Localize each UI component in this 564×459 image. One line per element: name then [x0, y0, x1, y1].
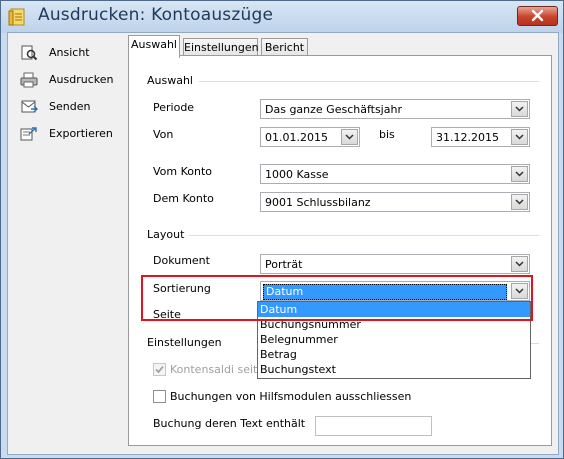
close-icon [531, 9, 544, 22]
vom-konto-dropdown-button[interactable] [511, 166, 528, 182]
close-button[interactable] [517, 6, 558, 26]
highlight-annotation [141, 275, 533, 321]
buchung-text-input[interactable] [315, 416, 432, 436]
bis-date-field[interactable]: 31.12.2015 [431, 127, 530, 147]
chevron-down-icon [515, 134, 524, 140]
periode-value: Das ganze Geschäftsjahr [265, 103, 402, 116]
sidebar-item-ansicht[interactable]: Ansicht [20, 44, 90, 62]
dem-konto-select[interactable]: 9001 Schlussbilanz [260, 192, 530, 212]
vom-konto-value: 1000 Kasse [265, 168, 329, 181]
hilfsmodule-checkbox[interactable] [153, 390, 166, 403]
bis-dropdown-button[interactable] [511, 129, 528, 145]
preview-icon [21, 45, 38, 61]
dem-konto-dropdown-button[interactable] [511, 194, 528, 210]
von-label: Von [153, 128, 174, 141]
buchung-text-label: Buchung deren Text enthält [153, 417, 306, 430]
sidebar-item-ausdrucken[interactable]: Ausdrucken [20, 71, 113, 89]
send-icon [21, 100, 38, 113]
dokument-label: Dokument [153, 254, 210, 267]
tab-label: Bericht [264, 41, 305, 54]
printer-icon [20, 72, 38, 88]
dokument-dropdown-button[interactable] [511, 256, 528, 272]
tab-label: Einstellungen [184, 41, 259, 54]
hilfsmodule-label: Buchungen von Hilfsmodulen ausschliessen [170, 390, 412, 403]
sidebar-item-label: Exportieren [49, 127, 113, 140]
group-divider [199, 81, 539, 82]
tab-auswahl[interactable]: Auswahl [128, 35, 180, 58]
von-dropdown-button[interactable] [341, 129, 358, 145]
chevron-down-icon [345, 134, 354, 140]
periode-select[interactable]: Das ganze Geschäftsjahr [260, 99, 530, 119]
tab-label: Auswahl [131, 38, 177, 51]
group-title-layout: Layout [147, 228, 185, 241]
von-value: 01.01.2015 [265, 131, 328, 144]
chevron-down-icon [515, 106, 524, 112]
dokument-value: Porträt [265, 258, 303, 271]
checkmark-icon [155, 365, 164, 374]
window-title: Ausdrucken: Kontoauszüge [38, 5, 274, 25]
group-divider [189, 235, 539, 236]
bis-value: 31.12.2015 [436, 131, 499, 144]
vom-konto-label: Vom Konto [153, 165, 213, 178]
periode-dropdown-button[interactable] [511, 101, 528, 117]
dropdown-option-belegnummer[interactable]: Belegnummer [258, 332, 530, 347]
periode-label: Periode [153, 101, 195, 114]
kontensaldi-checkbox[interactable] [153, 363, 166, 376]
app-window: Ausdrucken: Kontoauszüge Ansicht Ausdruc… [0, 0, 564, 459]
group-title-einstellungen: Einstellungen [147, 336, 222, 349]
dropdown-option-betrag[interactable]: Betrag [258, 347, 530, 362]
von-date-field[interactable]: 01.01.2015 [260, 127, 360, 147]
group-title-auswahl: Auswahl [147, 74, 193, 87]
sidebar-item-exportieren[interactable]: Exportieren [20, 125, 113, 143]
group-divider [531, 343, 539, 344]
sidebar-item-label: Ausdrucken [49, 73, 114, 86]
sidebar-item-senden[interactable]: Senden [20, 98, 90, 116]
title-bar: Ausdrucken: Kontoauszüge [1, 1, 563, 33]
sidebar-item-label: Senden [49, 100, 91, 113]
chevron-down-icon [515, 199, 524, 205]
sidebar-item-label: Ansicht [49, 46, 90, 59]
chevron-down-icon [515, 261, 524, 267]
app-icon [8, 8, 25, 26]
dem-konto-value: 9001 Schlussbilanz [265, 196, 371, 209]
dropdown-option-buchungstext[interactable]: Buchungstext [258, 362, 530, 377]
dem-konto-label: Dem Konto [153, 192, 214, 205]
export-icon [20, 127, 37, 141]
bis-label: bis [379, 128, 395, 141]
vom-konto-select[interactable]: 1000 Kasse [260, 164, 530, 184]
dokument-select[interactable]: Porträt [260, 254, 530, 274]
chevron-down-icon [515, 171, 524, 177]
